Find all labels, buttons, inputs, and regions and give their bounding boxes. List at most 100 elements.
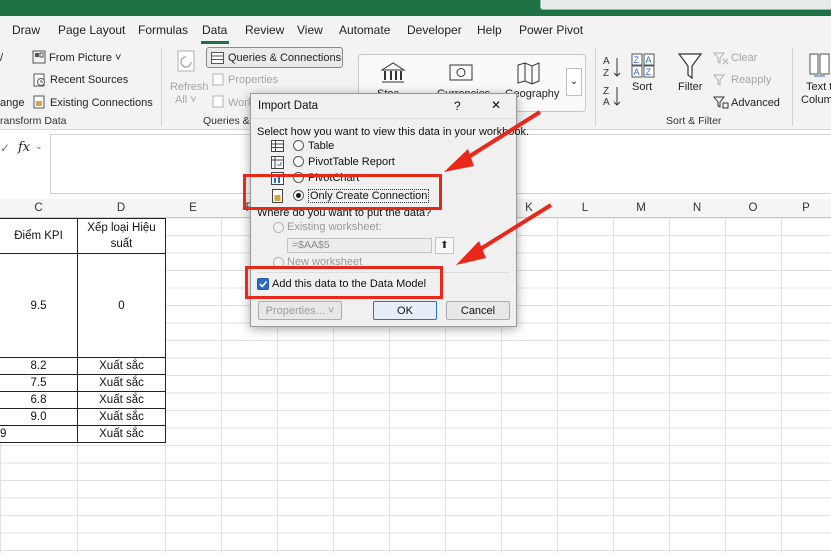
- from-picture-icon: [32, 50, 46, 64]
- search-box[interactable]: [540, 0, 831, 10]
- recent-sources-button[interactable]: Recent Sources: [50, 74, 128, 86]
- table-cell-d[interactable]: Xuất sắc: [77, 391, 166, 409]
- existing-worksheet-radio[interactable]: [273, 222, 284, 233]
- table-cell-c[interactable]: 7.5: [0, 374, 78, 392]
- geography-icon: [517, 62, 540, 85]
- workbook-links-icon: [212, 95, 224, 108]
- header-diem-kpi[interactable]: Điểm KPI: [0, 218, 78, 254]
- pivottable-option-label[interactable]: PivotTable Report: [308, 156, 395, 168]
- title-divider: [251, 118, 516, 119]
- refresh-all-text: All: [175, 94, 188, 106]
- reapply-button[interactable]: Reapply: [731, 74, 771, 86]
- column-header-m[interactable]: M: [613, 202, 669, 214]
- table-radio[interactable]: [293, 140, 304, 151]
- from-picture-label: From Picture: [49, 52, 112, 64]
- text-to-columns-label-1[interactable]: Text t: [806, 81, 831, 93]
- table-icon: [271, 140, 284, 152]
- properties-button[interactable]: Properties: [228, 74, 278, 86]
- svg-text:Z: Z: [603, 68, 609, 79]
- sort-button[interactable]: Sort: [632, 81, 652, 93]
- from-range-fragment[interactable]: ange: [0, 97, 24, 109]
- text-to-columns-label-2[interactable]: Colum: [801, 94, 831, 106]
- tab-developer[interactable]: Developer: [407, 23, 462, 37]
- clear-button[interactable]: Clear: [731, 52, 757, 64]
- column-header-l[interactable]: L: [557, 202, 613, 214]
- cancel-entry-icon[interactable]: ✓: [0, 141, 10, 155]
- pivottable-radio[interactable]: [293, 156, 304, 167]
- clear-filter-icon: [713, 52, 729, 65]
- help-icon[interactable]: ?: [454, 99, 461, 113]
- dialog-title: Import Data: [258, 100, 319, 112]
- advanced-filter-icon: [713, 96, 729, 109]
- tab-draw[interactable]: Draw: [12, 23, 40, 37]
- column-header-d[interactable]: D: [77, 202, 165, 214]
- group-separator: [792, 48, 793, 126]
- grid-line: [669, 199, 670, 553]
- grid-line: [781, 199, 782, 553]
- table-cell-c[interactable]: 9.0: [0, 408, 78, 426]
- view-prompt: Select how you want to view this data in…: [257, 126, 530, 138]
- reapply-icon: [713, 74, 726, 86]
- ok-button[interactable]: OK: [373, 301, 437, 320]
- insert-function-button[interactable]: fx: [18, 140, 30, 155]
- get-transform-group-label: ransform Data: [0, 115, 67, 127]
- sort-az-icon: AZ: [603, 56, 621, 79]
- tab-formulas[interactable]: Formulas: [138, 23, 188, 37]
- table-cell-d[interactable]: Xuất sắc: [77, 374, 166, 392]
- highlight-data-model: [245, 266, 443, 299]
- tab-automate[interactable]: Automate: [339, 23, 390, 37]
- close-icon[interactable]: ✕: [491, 98, 501, 112]
- column-header-c[interactable]: C: [0, 202, 77, 214]
- title-bar: [0, 0, 831, 16]
- tab-page-layout[interactable]: Page Layout: [58, 23, 125, 37]
- filter-button[interactable]: Filter: [678, 81, 702, 93]
- grid-line: [725, 199, 726, 553]
- tab-power-pivot[interactable]: Power Pivot: [519, 23, 583, 37]
- table-cell-d[interactable]: 0: [77, 253, 166, 358]
- ribbon-tabs: Draw Page Layout Formulas Data Review Vi…: [0, 16, 831, 44]
- sort-za-icon: ZA: [603, 86, 621, 108]
- table-cell-c[interactable]: 8.2: [0, 357, 78, 375]
- group-separator: [161, 48, 162, 126]
- data-types-more-button[interactable]: ⌄: [566, 68, 582, 96]
- grid-line: [557, 199, 558, 553]
- currencies-icon: [449, 64, 473, 81]
- column-header-e[interactable]: E: [165, 202, 221, 214]
- refresh-label[interactable]: Refresh: [170, 81, 209, 93]
- formula-dropdown-icon[interactable]: ⌄: [35, 141, 43, 152]
- table-cell-c[interactable]: 9: [0, 425, 78, 443]
- grid-line: [221, 199, 222, 553]
- svg-text:A: A: [646, 55, 652, 65]
- queries-group-label: Queries &: [203, 115, 250, 127]
- from-picture-button[interactable]: From Picture ˅: [49, 52, 121, 64]
- column-header-n[interactable]: N: [669, 202, 725, 214]
- table-cell-d[interactable]: Xuất sắc: [77, 357, 166, 375]
- table-cell-d[interactable]: Xuất sắc: [77, 425, 166, 443]
- properties-button[interactable]: Properties... ˅: [258, 301, 342, 320]
- svg-text:Z: Z: [634, 55, 640, 65]
- filter-icon: [677, 53, 703, 80]
- tab-help[interactable]: Help: [477, 23, 502, 37]
- column-header-p[interactable]: P: [781, 202, 831, 214]
- refresh-all-icon: [177, 50, 195, 72]
- existing-worksheet-label[interactable]: Existing worksheet:: [287, 221, 382, 233]
- table-option-label[interactable]: Table: [308, 140, 334, 152]
- header-xep-loai[interactable]: Xếp loại Hiệu suất: [77, 218, 166, 254]
- tab-view[interactable]: View: [297, 23, 323, 37]
- tab-review[interactable]: Review: [245, 23, 284, 37]
- tab-data[interactable]: Data: [202, 23, 227, 37]
- table-cell-c[interactable]: 6.8: [0, 391, 78, 409]
- queries-connections-label: Queries & Connections: [228, 52, 342, 64]
- grid-line: [613, 199, 614, 553]
- group-separator: [595, 48, 596, 126]
- table-cell-c[interactable]: 9.5: [0, 253, 78, 358]
- refresh-all-label[interactable]: All ˅: [175, 94, 197, 106]
- advanced-button[interactable]: Advanced: [731, 97, 780, 109]
- column-header-o[interactable]: O: [725, 202, 781, 214]
- cancel-button[interactable]: Cancel: [446, 301, 510, 320]
- collapse-range-button[interactable]: ⬆: [435, 237, 454, 254]
- existing-connections-button[interactable]: Existing Connections: [50, 97, 153, 109]
- svg-text:A: A: [634, 67, 640, 77]
- table-cell-d[interactable]: Xuất sắc: [77, 408, 166, 426]
- range-input[interactable]: =$AA$5: [287, 238, 432, 253]
